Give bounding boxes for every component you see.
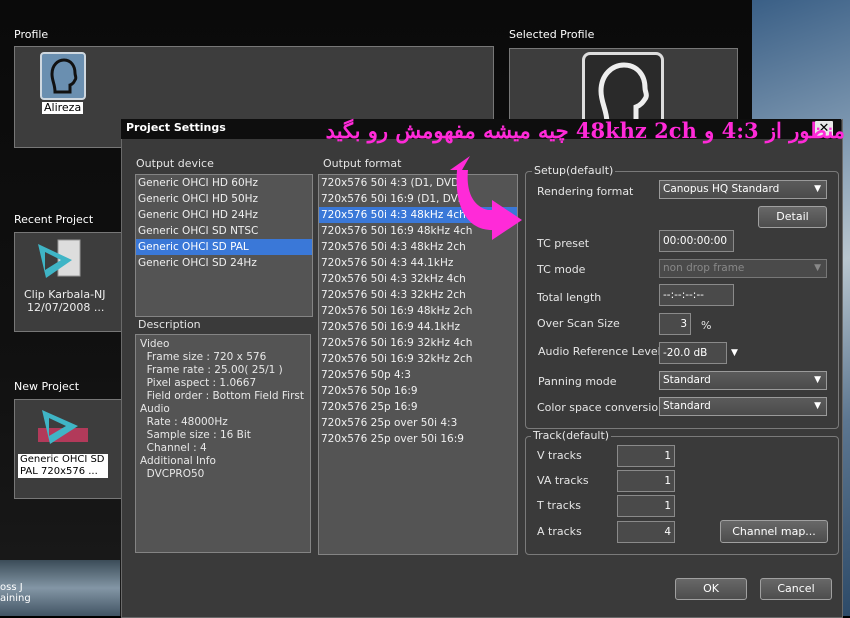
channel-map-button[interactable]: Channel map... [720, 520, 828, 543]
output-format-item[interactable]: 720x576 50p 4:3 [319, 367, 517, 383]
recent-project-name: Clip Karbala-NJ [24, 288, 106, 301]
rendering-format-label: Rendering format [537, 185, 634, 198]
annotation-arrow-icon [450, 156, 522, 240]
profile-name: Alireza [42, 101, 84, 114]
total-length-input[interactable]: --:--:--:-- [659, 284, 734, 306]
output-device-item[interactable]: Generic OHCI SD NTSC [136, 223, 312, 239]
new-project-line-2: PAL 720x576 ... [20, 466, 98, 477]
selected-profile-label: Selected Profile [509, 28, 595, 41]
setup-group-title: Setup(default) [532, 164, 616, 177]
chevron-down-icon: ▼ [814, 401, 821, 411]
total-length-label: Total length [537, 291, 602, 304]
description-line: Frame rate : 25.00( 25/1 ) [140, 364, 283, 376]
output-format-item[interactable]: 720x576 50i 4:3 32kHz 4ch [319, 271, 517, 287]
over-scan-input[interactable]: 3 [659, 313, 691, 335]
description-line: Sample size : 16 Bit [140, 429, 251, 441]
description-line: DVCPRO50 [140, 468, 205, 480]
ok-button[interactable]: OK [675, 578, 747, 600]
a-tracks-label: A tracks [537, 525, 582, 538]
output-device-item[interactable]: Generic OHCI SD PAL [136, 239, 312, 255]
output-device-list[interactable]: Generic OHCI HD 60Hz Generic OHCI HD 50Hz… [135, 174, 313, 317]
output-format-item[interactable]: 720x576 50i 16:9 48kHz 2ch [319, 303, 517, 319]
output-format-item[interactable]: 720x576 25p 16:9 [319, 399, 517, 415]
recent-project-date: 12/07/2008 ... [27, 301, 105, 314]
recent-project-label: Recent Project [14, 213, 94, 226]
profile-avatar-icon[interactable] [40, 52, 86, 100]
output-format-item[interactable]: 720x576 50i 16:9 32kHz 2ch [319, 351, 517, 367]
color-space-label: Color space conversion [537, 401, 666, 414]
t-tracks-label: T tracks [537, 499, 581, 512]
description-line: Additional Info [140, 455, 216, 467]
v-tracks-label: V tracks [537, 449, 582, 462]
description-line: Rate : 48000Hz [140, 416, 228, 428]
chevron-down-icon: ▼ [814, 263, 821, 273]
output-format-item[interactable]: 720x576 50i 4:3 44.1kHz [319, 255, 517, 271]
color-space-value: Standard [663, 400, 711, 412]
cancel-button[interactable]: Cancel [760, 578, 832, 600]
track-group-title: Track(default) [531, 429, 612, 442]
tc-preset-input[interactable]: 00:00:00:00 [659, 230, 734, 252]
new-project-label: New Project [14, 380, 80, 393]
output-device-item[interactable]: Generic OHCI HD 60Hz [136, 175, 312, 191]
output-format-label: Output format [323, 157, 402, 170]
va-tracks-label: VA tracks [537, 474, 589, 487]
output-device-item[interactable]: Generic OHCI HD 50Hz [136, 191, 312, 207]
audio-reference-input[interactable]: -20.0 dB [659, 342, 727, 364]
detail-button[interactable]: Detail [758, 206, 827, 228]
description-box: Video Frame size : 720 x 576 Frame rate … [135, 334, 311, 553]
panning-mode-value: Standard [663, 374, 711, 386]
new-project-caption: Generic OHCI SD PAL 720x576 ... [18, 454, 108, 478]
output-format-item[interactable]: 720x576 50p 16:9 [319, 383, 517, 399]
new-project-icon [36, 406, 90, 448]
dialog-title: Project Settings [126, 121, 226, 134]
chevron-down-icon: ▼ [814, 375, 821, 385]
rendering-format-dropdown[interactable]: Canopus HQ Standard ▼ [659, 180, 827, 199]
rendering-format-value: Canopus HQ Standard [663, 183, 780, 195]
t-tracks-input[interactable]: 1 [617, 495, 675, 517]
description-line: Frame size : 720 x 576 [140, 351, 267, 363]
description-line: Pixel aspect : 1.0667 [140, 377, 257, 389]
output-device-item[interactable]: Generic OHCI SD 24Hz [136, 255, 312, 271]
tc-mode-label: TC mode [537, 263, 586, 276]
annotation-text: منظور از 4:3 و 48khz 2ch چیه میشه مفهومش… [325, 118, 845, 143]
a-tracks-input[interactable]: 4 [617, 521, 675, 543]
output-format-item[interactable]: 720x576 50i 16:9 32kHz 4ch [319, 335, 517, 351]
profile-section-label: Profile [14, 28, 49, 41]
output-format-item[interactable]: 720x576 25p over 50i 4:3 [319, 415, 517, 431]
output-format-item[interactable]: 720x576 25p over 50i 16:9 [319, 431, 517, 447]
output-device-label: Output device [136, 157, 214, 170]
output-format-item[interactable]: 720x576 50i 16:9 44.1kHz [319, 319, 517, 335]
tc-preset-label: TC preset [537, 237, 590, 250]
over-scan-unit: % [701, 319, 712, 332]
audio-reference-dropdown-icon[interactable]: ▼ [731, 348, 738, 358]
desktop-icon-caption: oss J aining [0, 582, 31, 604]
desktop-caption-line-1: oss J [0, 582, 23, 593]
new-project-line-1: Generic OHCI SD [20, 454, 105, 465]
description-label: Description [138, 318, 201, 331]
description-line: Field order : Bottom Field First [140, 390, 304, 402]
tc-mode-value: non drop frame [663, 262, 745, 274]
v-tracks-input[interactable]: 1 [617, 445, 675, 467]
selected-profile-avatar-icon [582, 52, 664, 128]
description-line: Channel : 4 [140, 442, 207, 454]
panning-mode-label: Panning mode [538, 375, 617, 388]
output-format-item[interactable]: 720x576 50i 4:3 32kHz 2ch [319, 287, 517, 303]
audio-reference-label: Audio Reference Level [538, 345, 661, 358]
description-line: Audio [140, 403, 170, 415]
output-device-item[interactable]: Generic OHCI HD 24Hz [136, 207, 312, 223]
description-line: Video [140, 338, 170, 350]
tc-mode-dropdown[interactable]: non drop frame ▼ [659, 259, 827, 278]
project-play-icon [36, 238, 84, 282]
panning-mode-dropdown[interactable]: Standard ▼ [659, 371, 827, 390]
chevron-down-icon: ▼ [814, 184, 821, 194]
desktop-caption-line-2: aining [0, 593, 31, 604]
color-space-dropdown[interactable]: Standard ▼ [659, 397, 827, 416]
over-scan-label: Over Scan Size [537, 317, 620, 330]
va-tracks-input[interactable]: 1 [617, 470, 675, 492]
